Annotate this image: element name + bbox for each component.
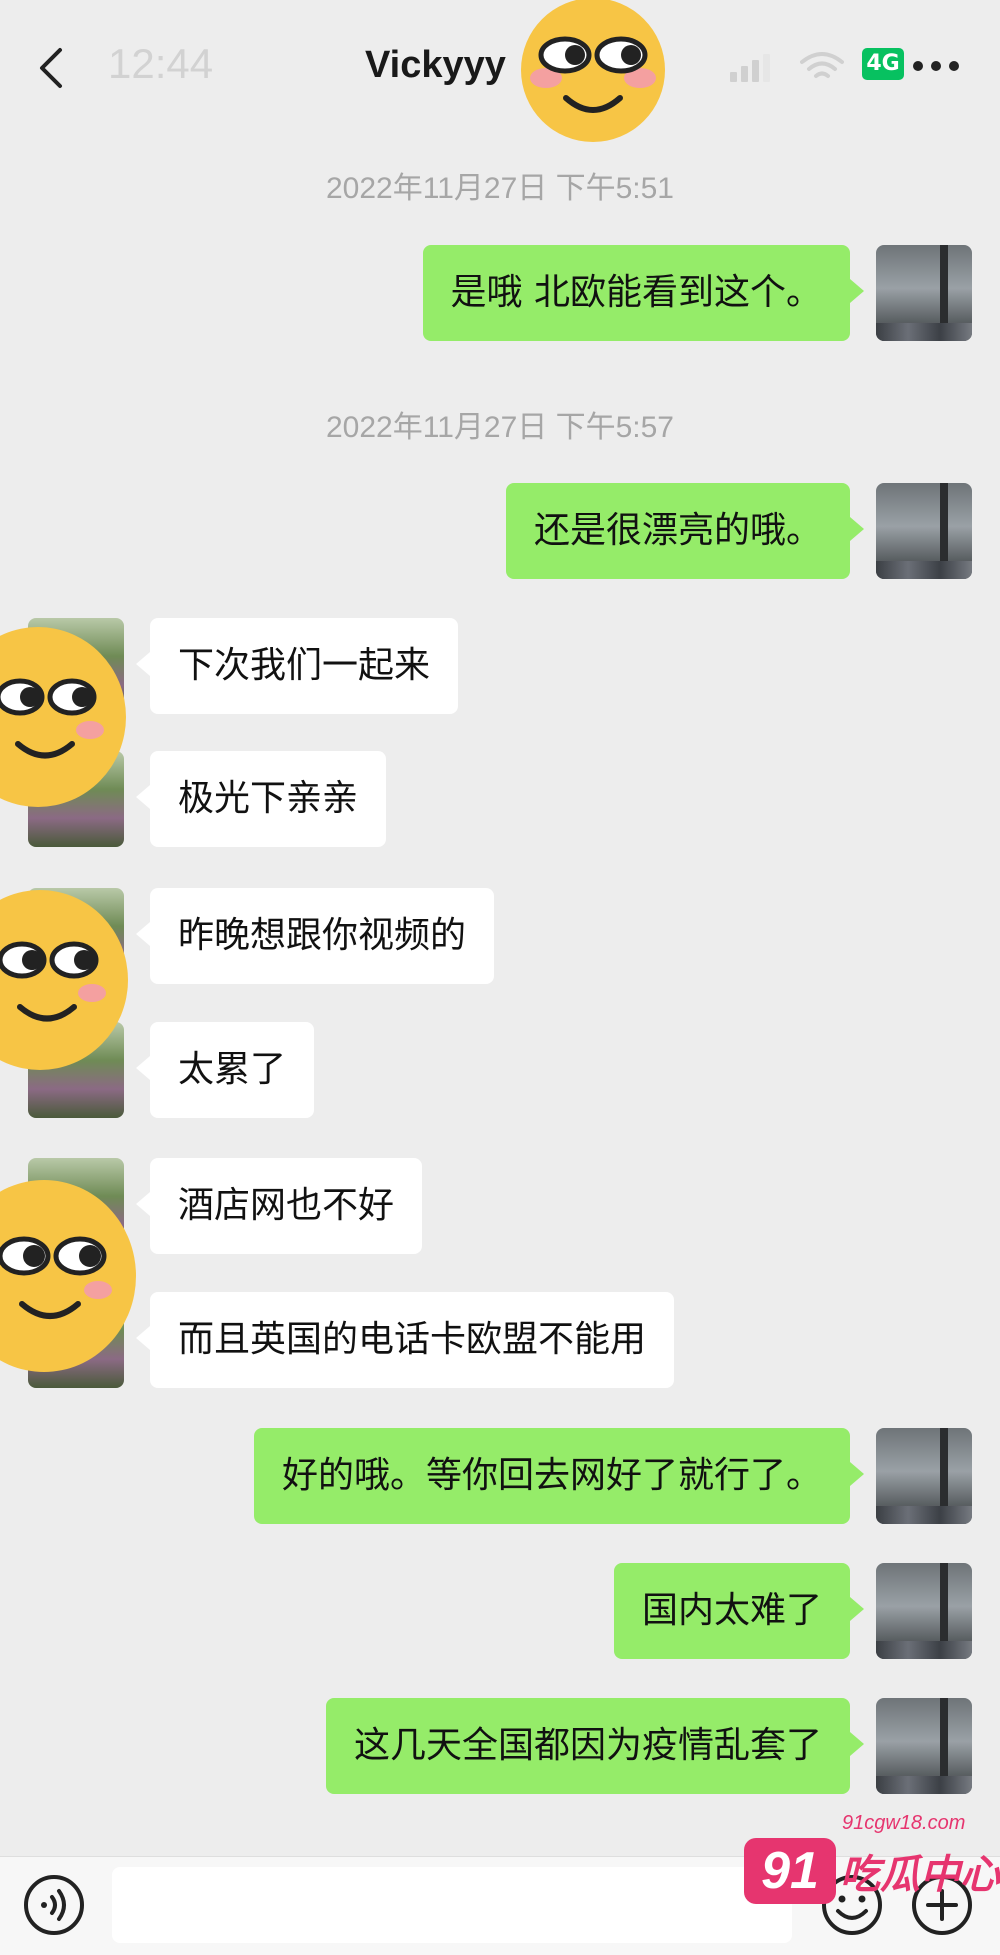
chat-header: 12:44 Vickyyy 4G: [0, 0, 1000, 128]
message-row: 是哦 北欧能看到这个。: [0, 245, 1000, 341]
message-row: 极光下亲亲: [0, 751, 1000, 847]
watermark-logo: 91: [744, 1838, 836, 1904]
sent-message-bubble[interactable]: 国内太难了: [613, 1563, 865, 1659]
emoji-sticker: [0, 890, 128, 1070]
message-row: 还是很漂亮的哦。: [0, 483, 1000, 579]
message-row: 国内太难了: [0, 1563, 1000, 1659]
signal-icon: [730, 54, 770, 82]
received-message-bubble[interactable]: 太累了: [135, 1022, 315, 1118]
timestamp: 2022年11月27日 下午5:57: [326, 411, 674, 444]
self-avatar[interactable]: [876, 1428, 972, 1524]
message-row: 太累了: [0, 1022, 1000, 1118]
self-avatar[interactable]: [876, 245, 972, 341]
more-icon[interactable]: [912, 60, 960, 72]
message-row: 好的哦。等你回去网好了就行了。: [0, 1428, 1000, 1524]
self-avatar[interactable]: [876, 1698, 972, 1794]
message-row: 这几天全国都因为疫情乱套了: [0, 1698, 1000, 1794]
emoji-sticker: [0, 1180, 136, 1372]
message-input[interactable]: [112, 1867, 792, 1943]
voice-icon[interactable]: [22, 1873, 86, 1937]
network-badge: 4G: [862, 48, 904, 80]
sent-message-bubble[interactable]: 好的哦。等你回去网好了就行了。: [253, 1428, 865, 1524]
message-row: 而且英国的电话卡欧盟不能用: [0, 1292, 1000, 1388]
message-row: 昨晚想跟你视频的: [0, 888, 1000, 984]
sent-message-bubble[interactable]: 还是很漂亮的哦。: [505, 483, 865, 579]
emoji-sticker: [0, 627, 126, 807]
received-message-bubble[interactable]: 酒店网也不好: [135, 1158, 423, 1254]
status-time: 12:44: [108, 40, 214, 87]
message-row: 酒店网也不好: [0, 1158, 1000, 1254]
received-message-bubble[interactable]: 下次我们一起来: [135, 618, 459, 714]
emoji-sticker-header: [521, 0, 665, 142]
chat-title: Vickyyy: [365, 44, 506, 86]
received-message-bubble[interactable]: 极光下亲亲: [135, 751, 387, 847]
watermark-text: 吃瓜中心: [840, 1852, 1000, 1898]
wifi-icon: [800, 52, 844, 78]
self-avatar[interactable]: [876, 1563, 972, 1659]
self-avatar[interactable]: [876, 483, 972, 579]
received-message-bubble[interactable]: 而且英国的电话卡欧盟不能用: [135, 1292, 675, 1388]
timestamp: 2022年11月27日 下午5:51: [326, 172, 674, 205]
received-message-bubble[interactable]: 昨晚想跟你视频的: [135, 888, 495, 984]
back-icon[interactable]: [32, 44, 72, 92]
sent-message-bubble[interactable]: 这几天全国都因为疫情乱套了: [325, 1698, 865, 1794]
sent-message-bubble[interactable]: 是哦 北欧能看到这个。: [422, 245, 865, 341]
message-row: 下次我们一起来: [0, 618, 1000, 714]
watermark-url: 91cgw18.com: [842, 1812, 966, 1834]
